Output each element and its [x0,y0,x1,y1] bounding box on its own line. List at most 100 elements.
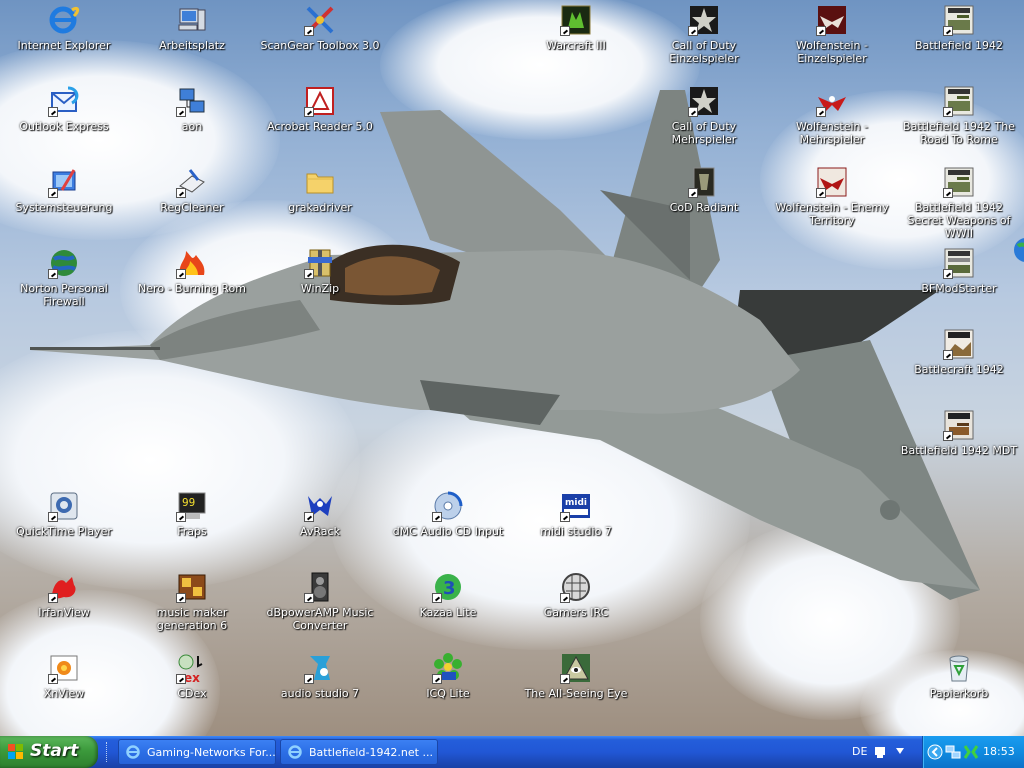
icon-label: Acrobat Reader 5.0 [267,120,373,133]
desktop-icon-fraps[interactable]: 99 Fraps [128,488,256,566]
desktop-icon-winzip[interactable]: WinZip [256,245,384,323]
language-bar-options-icon[interactable] [894,745,906,759]
scangear-toolbox-icon [304,4,336,36]
shortcut-arrow-icon [176,674,186,684]
shortcut-arrow-icon [48,107,58,117]
nero-flame-icon [176,247,208,279]
desktop-icon-grakadriver[interactable]: grakadriver [256,164,384,242]
desktop-icon-battlefield-1942[interactable]: Battlefield 1942 [895,2,1023,80]
shortcut-arrow-icon [943,350,953,360]
desktop-icon-norton-personal-firewall[interactable]: Norton Personal Firewall [0,245,128,323]
desktop-icon-internet-explorer[interactable]: Internet Explorer [0,2,128,80]
desktop-icon-battlecraft-1942[interactable]: Battlecraft 1942 [895,326,1023,404]
battlefield-mdt-icon [943,409,975,441]
desktop-icon-cod-radiant[interactable]: CoD Radiant [640,164,768,242]
desktop-icon-avrack[interactable]: AvRack [256,488,384,566]
desktop-icon-battlefield-1942-secret-weapons[interactable]: Battlefield 1942 Secret Weapons of WWII [895,164,1023,242]
xnview-icon [48,652,80,684]
icon-label: IrfanView [38,606,90,619]
battlefield-modstarter-icon [943,247,975,279]
desktop-icon-kazaa-lite[interactable]: 3 Kazaa Lite [384,569,512,647]
icon-label: Battlefield 1942 The Road To Rome [903,120,1015,146]
icon-label: BFModStarter [921,282,997,295]
avrack-icon [304,490,336,522]
wolfenstein-eagle-icon [816,4,848,36]
desktop-icon-gamers-irc[interactable]: Gamers IRC [512,569,640,647]
icon-label: aon [181,120,203,133]
icon-label: ICQ Lite [426,687,470,700]
shortcut-arrow-icon [688,188,698,198]
icon-label: Fraps [177,525,207,538]
language-indicator[interactable]: DE [852,745,867,758]
desktop-icon-bfmodstarter[interactable]: BFModStarter [895,245,1023,323]
icon-label: Call of Duty Einzelspieler [669,39,739,65]
shortcut-arrow-icon [560,512,570,522]
desktop-icon-warcraft-3[interactable]: Warcraft III [512,2,640,80]
taskbar-grip[interactable] [106,742,111,762]
desktop-icon-audio-studio-7[interactable]: audio studio 7 [256,650,384,728]
irfanview-cat-icon [48,571,80,603]
start-button[interactable]: Start [0,736,98,768]
shortcut-arrow-icon [176,512,186,522]
network-connection-icon [176,85,208,117]
taskbar: Start Gaming-Networks For... Battlefield… [0,736,1024,768]
keyboard-layout-icon[interactable] [874,745,886,759]
battlefield-1942-icon [943,85,975,117]
icon-label: Battlefield 1942 [915,39,1003,52]
icon-label: AvRack [300,525,340,538]
desktop-icon-papierkorb[interactable]: Papierkorb [895,650,1023,728]
internet-explorer-icon [125,744,141,760]
network-connection-icon[interactable] [945,744,961,760]
desktop-icon-dmc-audio-cd-input[interactable]: dMC Audio CD Input [384,488,512,566]
shortcut-arrow-icon [432,674,442,684]
desktop-icon-wolfenstein-einzelspieler[interactable]: Wolfenstein - Einzelspieler [768,2,896,80]
icon-label: Gamers IRC [543,606,609,619]
desktop-icon-outlook-express[interactable]: Outlook Express [0,83,128,161]
desktop-icon-aon[interactable]: aon [128,83,256,161]
regcleaner-icon [176,166,208,198]
icon-label: WinZip [300,282,340,295]
wolfenstein-eagle-icon [816,85,848,117]
desktop-icon-cdex[interactable]: ex CDex [128,650,256,728]
internet-explorer-icon [287,744,303,760]
shortcut-arrow-icon [48,269,58,279]
system-clock[interactable]: 18:53 [983,745,1015,758]
desktop-icon-music-maker-generation-6[interactable]: music maker generation 6 [128,569,256,647]
desktop-icon-scangear-toolbox[interactable]: ScanGear Toolbox 3.0 [256,2,384,80]
battlefield-1942-icon [943,4,975,36]
icon-label: Norton Personal Firewall [20,282,108,308]
show-hidden-icons-chevron-icon[interactable] [927,744,943,760]
taskbar-button-battlefield-1942-net[interactable]: Battlefield-1942.net ... [280,739,438,765]
desktop-icon-wolfenstein-mehrspieler[interactable]: Wolfenstein - Mehrspieler [768,83,896,161]
desktop-icon-arbeitsplatz[interactable]: Arbeitsplatz [128,2,256,80]
desktop-icon-acrobat-reader[interactable]: Acrobat Reader 5.0 [256,83,384,161]
desktop-icon-wolfenstein-enemy-territory[interactable]: Wolfenstein - Enemy Territory [768,164,896,242]
taskbar-button-gaming-networks[interactable]: Gaming-Networks For... [118,739,276,765]
shortcut-arrow-icon [304,593,314,603]
desktop-icon-midi-studio-7[interactable]: midi midi studio 7 [512,488,640,566]
desktop-icon-nero-burning-rom[interactable]: Nero - Burning Rom [128,245,256,323]
shortcut-arrow-icon [176,107,186,117]
icon-label: Wolfenstein - Einzelspieler [796,39,868,65]
icon-label: grakadriver [288,201,352,214]
shortcut-arrow-icon [48,593,58,603]
icon-label: audio studio 7 [280,687,360,700]
desktop-icon-dbpoweramp-music-converter[interactable]: dBpowerAMP Music Converter [256,569,384,647]
desktop-icon-regcleaner[interactable]: RegCleaner [128,164,256,242]
desktop-icon-systemsteuerung[interactable]: Systemsteuerung [0,164,128,242]
desktop-icon-icq-lite[interactable]: ICQ Lite [384,650,512,728]
shortcut-arrow-icon [943,26,953,36]
partial-globe-icon[interactable] [1012,236,1024,264]
desktop-icon-quicktime-player[interactable]: QuickTime Player [0,488,128,566]
desktop-icon-the-all-seeing-eye[interactable]: The All-Seeing Eye [512,650,640,728]
kazaa-tray-icon[interactable] [963,744,979,760]
desktop-icon-battlefield-1942-road-to-rome[interactable]: Battlefield 1942 The Road To Rome [895,83,1023,161]
desktop-icon-call-of-duty-mehrspieler[interactable]: Call of Duty Mehrspieler [640,83,768,161]
desktop-icon-call-of-duty-einzelspieler[interactable]: Call of Duty Einzelspieler [640,2,768,80]
shortcut-arrow-icon [943,188,953,198]
desktop-icon-irfanview[interactable]: IrfanView [0,569,128,647]
desktop-icon-battlefield-1942-mdt[interactable]: Battlefield 1942 MDT [895,407,1023,485]
shortcut-arrow-icon [304,512,314,522]
desktop-icon-xnview[interactable]: XnView [0,650,128,728]
shortcut-arrow-icon [176,269,186,279]
